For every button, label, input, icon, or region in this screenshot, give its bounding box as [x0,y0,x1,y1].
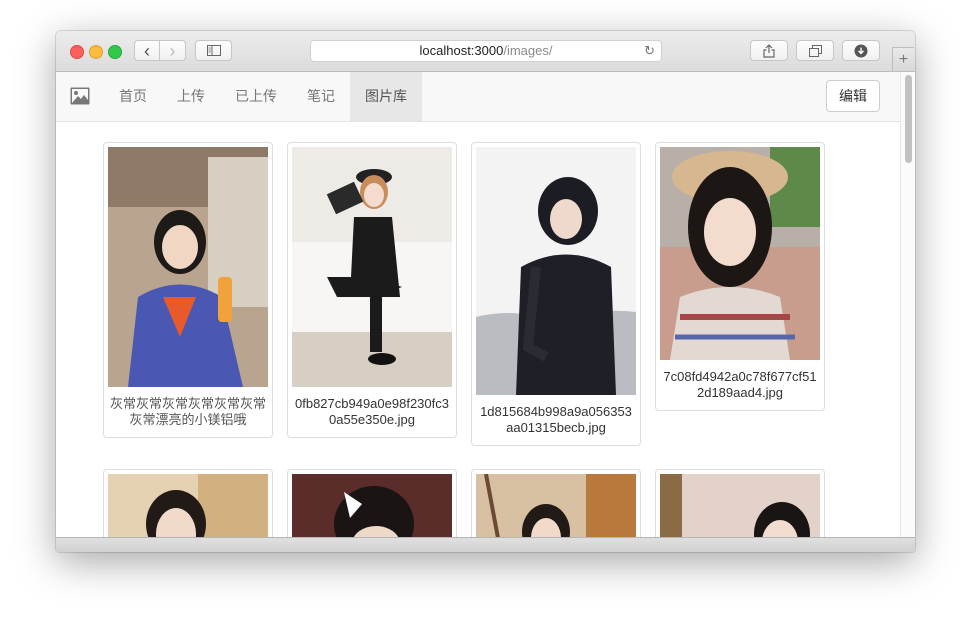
thumbnail-caption: 7c08fd4942a0c78f677cf512d189aad4.jpg [663,369,817,400]
thumbnail-caption: 0fb827cb949a0e98f230fc30a55e350e.jpg [295,396,449,427]
nav-item-gallery[interactable]: 图片库 [350,72,422,121]
chevron-right-icon: › [169,40,176,61]
nav-item-upload[interactable]: 上传 [166,72,216,121]
image-icon[interactable] [70,87,90,105]
gallery-thumbnail[interactable]: 0fb827cb949a0e98f230fc30a55e350e.jpg [287,142,457,438]
gallery-content: 灰常灰常灰常灰常灰常灰常灰常漂亮的小镁铝哦 0fb827cb949a0e98f2… [56,122,900,537]
app-navbar: 首页 上传 已上传 笔记 图片库 编辑 [56,72,900,122]
gallery-thumbnail[interactable] [103,469,273,537]
thumbnail-image[interactable] [292,474,452,537]
new-tab-button[interactable]: + [892,47,914,71]
edit-button[interactable]: 编辑 [826,80,880,112]
title-bar: ‹ › localhost:3000/images/ ↻ + [56,31,915,72]
minimize-window-button[interactable] [89,45,103,59]
address-host: localhost:3000 [419,43,504,58]
share-icon [763,43,775,58]
maximize-window-button[interactable] [108,45,122,59]
reload-icon[interactable]: ↻ [644,41,655,61]
thumbnail-caption: 1d815684b998a9a056353aa01315becb.jpg [480,404,632,435]
scrollbar-thumb[interactable] [905,75,912,163]
browser-window: ‹ › localhost:3000/images/ ↻ + 首页 上传 已上传… [56,31,915,552]
photo-placeholder [476,474,636,537]
photo-placeholder [660,474,820,537]
thumbnail-image[interactable] [108,147,268,387]
address-path: /images/ [503,43,553,58]
thumbnail-image[interactable] [476,474,636,537]
photo-placeholder [292,474,452,537]
photo-placeholder [108,474,268,537]
downloads-button[interactable] [842,40,880,61]
address-bar[interactable]: localhost:3000/images/ ↻ [310,40,662,62]
thumbnail-image[interactable] [660,474,820,537]
close-window-button[interactable] [70,45,84,59]
share-button[interactable] [750,40,788,61]
photo-placeholder [292,147,452,387]
plus-icon: + [898,50,909,68]
nav-item-notes[interactable]: 笔记 [296,72,346,121]
forward-button[interactable]: › [160,40,186,61]
photo-placeholder [660,147,820,360]
gallery-thumbnail[interactable] [471,469,641,537]
vertical-scrollbar[interactable] [900,72,915,537]
sidebar-toggle-button[interactable] [195,40,232,61]
gallery-thumbnail[interactable]: 1d815684b998a9a056353aa01315becb.jpg [471,142,641,446]
thumbnail-image[interactable] [292,147,452,387]
sidebar-icon [206,45,221,56]
gallery-thumbnail[interactable] [287,469,457,537]
chevron-left-icon: ‹ [144,40,150,61]
thumbnail-image[interactable] [660,147,820,360]
tabs-icon [808,44,822,57]
gallery-thumbnail[interactable] [655,469,825,537]
show-tabs-button[interactable] [796,40,834,61]
gallery-thumbnail[interactable]: 7c08fd4942a0c78f677cf512d189aad4.jpg [655,142,825,411]
back-button[interactable]: ‹ [134,40,160,61]
status-bar [56,537,915,552]
photo-placeholder [476,147,636,395]
thumbnail-caption: 灰常灰常灰常灰常灰常灰常灰常漂亮的小镁铝哦 [110,396,267,427]
thumbnail-image[interactable] [476,147,636,395]
nav-item-home[interactable]: 首页 [108,72,158,121]
thumbnail-image[interactable] [108,474,268,537]
gallery-thumbnail[interactable]: 灰常灰常灰常灰常灰常灰常灰常漂亮的小镁铝哦 [103,142,273,438]
download-icon [854,44,868,57]
photo-placeholder [108,147,268,387]
nav-item-uploaded[interactable]: 已上传 [224,72,288,121]
